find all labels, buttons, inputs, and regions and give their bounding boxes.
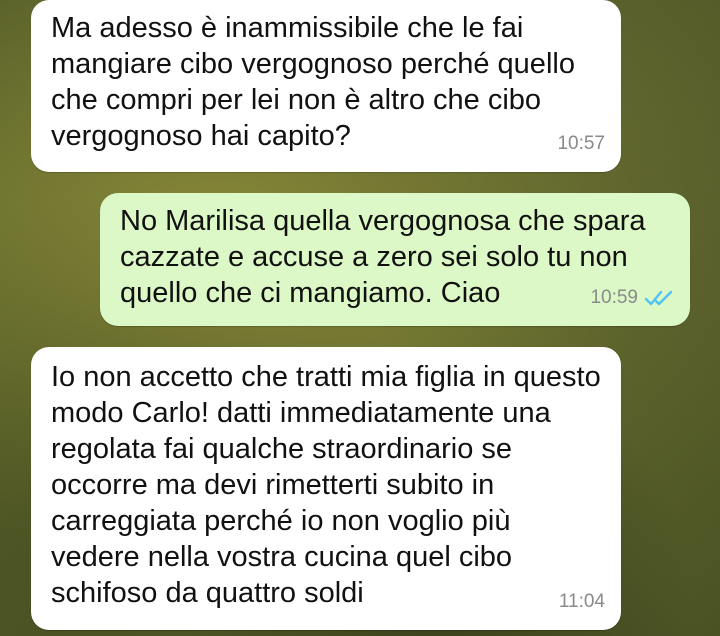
message-time: 10:59 [590, 287, 638, 308]
message-time: 10:57 [557, 133, 605, 154]
message-time: 11:04 [558, 591, 605, 612]
message-meta: 11:04 [559, 584, 605, 620]
incoming-message[interactable]: Ma adesso è inammissibile che le fai man… [31, 0, 621, 172]
message-meta: 10:59 [590, 280, 674, 316]
message-text: Io non accetto che tratti mia figlia in … [51, 361, 609, 609]
incoming-message[interactable]: Io non accetto che tratti mia figlia in … [31, 347, 621, 630]
message-meta: 10:57 [557, 126, 605, 162]
message-text: Ma adesso è inammissibile che le fai man… [51, 12, 584, 152]
message-text: No Marilisa quella vergognosa che spara … [120, 205, 654, 309]
double-check-icon [644, 290, 673, 306]
outgoing-message[interactable]: No Marilisa quella vergognosa che spara … [100, 193, 690, 326]
